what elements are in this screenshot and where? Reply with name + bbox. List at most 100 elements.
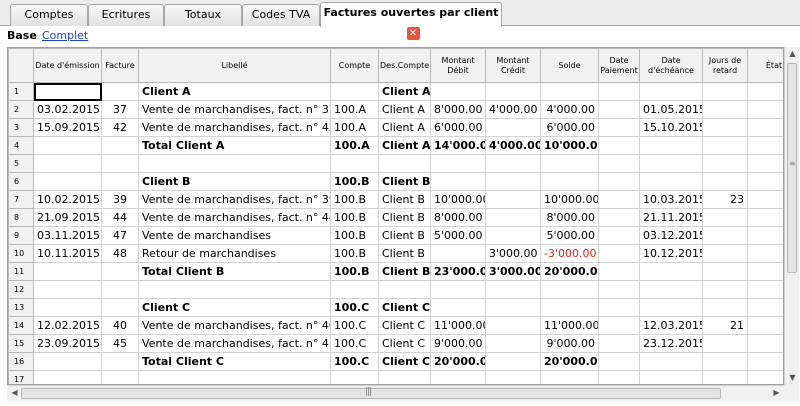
cell-date-emission[interactable] (33, 82, 102, 101)
col-header-etat[interactable]: État (747, 48, 783, 83)
cell-des-compte[interactable]: Client B (378, 244, 431, 263)
cell-etat[interactable] (747, 100, 783, 119)
cell-montant-debit[interactable]: 8'000.00 (430, 208, 486, 227)
tab-ecritures[interactable]: Ecritures (88, 4, 164, 26)
cell-montant-credit[interactable]: 4'000.00 (485, 100, 541, 119)
cell-solde[interactable]: 10'000.00 (540, 190, 599, 209)
col-header-date-emission[interactable]: Date d'émission (33, 48, 102, 83)
cell-etat[interactable] (747, 280, 783, 299)
cell-date-emission[interactable] (33, 298, 102, 317)
scroll-up-icon[interactable]: ▲ (785, 49, 800, 58)
cell-libelle[interactable]: Total Client A (138, 136, 331, 155)
cell-des-compte[interactable]: Client B (378, 262, 431, 281)
cell-montant-debit[interactable]: 6'000.00 (430, 118, 486, 137)
cell-montant-debit[interactable] (430, 280, 486, 299)
cell-libelle[interactable] (138, 154, 331, 173)
cell-facture[interactable]: 47 (101, 226, 139, 245)
tab-codes-tva[interactable]: Codes TVA (242, 4, 320, 26)
cell-libelle[interactable]: Vente de marchandises, fact. n° 45, clie… (138, 334, 331, 353)
cell-date-paiement[interactable] (598, 244, 640, 263)
cell-montant-credit[interactable] (485, 334, 541, 353)
cell-compte[interactable] (330, 154, 379, 173)
cell-montant-credit[interactable] (485, 316, 541, 335)
cell-montant-debit[interactable]: 5'000.00 (430, 226, 486, 245)
cell-solde[interactable]: 4'000.00 (540, 100, 599, 119)
cell-montant-debit[interactable] (430, 370, 486, 384)
cell-jours-retard[interactable]: 23 (702, 190, 748, 209)
cell-facture[interactable] (101, 136, 139, 155)
cell-date-echeance[interactable]: 15.10.2015 (639, 118, 703, 137)
cell-solde[interactable]: 20'000.00 (540, 352, 599, 371)
cell-date-emission[interactable]: 03.11.2015 (33, 226, 102, 245)
cell-date-emission[interactable] (33, 136, 102, 155)
cell-etat[interactable] (747, 118, 783, 137)
cell-date-echeance[interactable] (639, 262, 703, 281)
cell-jours-retard[interactable] (702, 370, 748, 384)
cell-date-echeance[interactable] (639, 280, 703, 299)
cell-libelle[interactable]: Vente de marchandises, fact. n° 39, clie… (138, 190, 331, 209)
cell-jours-retard[interactable] (702, 208, 748, 227)
cell-etat[interactable] (747, 370, 783, 384)
cell-date-echeance[interactable] (639, 370, 703, 384)
vertical-scroll-thumb[interactable]: ≡ (787, 63, 797, 273)
cell-compte[interactable]: 100.B (330, 190, 379, 209)
cell-solde[interactable] (540, 298, 599, 317)
cell-etat[interactable] (747, 298, 783, 317)
tab-comptes[interactable]: Comptes (10, 4, 88, 26)
cell-jours-retard[interactable] (702, 172, 748, 191)
col-header-facture[interactable]: Facture (101, 48, 139, 83)
col-header-montant-debit[interactable]: Montant Débit (430, 48, 486, 83)
cell-montant-credit[interactable]: 3'000.00 (485, 244, 541, 263)
cell-montant-credit[interactable] (485, 298, 541, 317)
col-header-montant-credit[interactable]: Montant Crédit (485, 48, 541, 83)
cell-des-compte[interactable]: Client B (378, 226, 431, 245)
cell-date-paiement[interactable] (598, 118, 640, 137)
cell-jours-retard[interactable] (702, 334, 748, 353)
cell-compte[interactable] (330, 370, 379, 384)
cell-facture[interactable]: 42 (101, 118, 139, 137)
cell-compte[interactable]: 100.B (330, 172, 379, 191)
cell-des-compte[interactable]: Client C (378, 352, 431, 371)
cell-facture[interactable] (101, 262, 139, 281)
cell-montant-credit[interactable] (485, 154, 541, 173)
cell-etat[interactable] (747, 136, 783, 155)
cell-solde[interactable] (540, 154, 599, 173)
cell-compte[interactable] (330, 280, 379, 299)
cell-montant-debit[interactable] (430, 82, 486, 101)
cell-des-compte[interactable]: Client C (378, 298, 431, 317)
cell-libelle[interactable]: Vente de marchandises, fact. n° 42, clie… (138, 118, 331, 137)
cell-jours-retard[interactable] (702, 226, 748, 245)
cell-compte[interactable]: 100.A (330, 136, 379, 155)
cell-compte[interactable]: 100.A (330, 100, 379, 119)
col-header-solde[interactable]: Solde (540, 48, 599, 83)
cell-etat[interactable] (747, 172, 783, 191)
cell-libelle[interactable]: Client A (138, 82, 331, 101)
cell-date-echeance[interactable]: 21.11.2015 (639, 208, 703, 227)
cell-date-paiement[interactable] (598, 82, 640, 101)
cell-facture[interactable]: 39 (101, 190, 139, 209)
cell-libelle[interactable]: Vente de marchandises, fact. n° 44, clie… (138, 208, 331, 227)
cell-etat[interactable] (747, 316, 783, 335)
cell-libelle[interactable]: Client B (138, 172, 331, 191)
cell-montant-credit[interactable]: 3'000.00 (485, 262, 541, 281)
cell-facture[interactable]: 40 (101, 316, 139, 335)
cell-facture[interactable]: 48 (101, 244, 139, 263)
cell-jours-retard[interactable] (702, 352, 748, 371)
cell-libelle[interactable] (138, 370, 331, 384)
cell-libelle[interactable]: Retour de marchandises (138, 244, 331, 263)
col-header-date-paiement[interactable]: Date Paiement (598, 48, 640, 83)
cell-montant-credit[interactable] (485, 82, 541, 101)
cell-solde[interactable] (540, 280, 599, 299)
cell-date-echeance[interactable] (639, 352, 703, 371)
tab-totaux[interactable]: Totaux (164, 4, 242, 26)
scroll-right-icon[interactable]: ▶ (769, 388, 784, 397)
cell-date-paiement[interactable] (598, 100, 640, 119)
cell-date-emission[interactable]: 10.11.2015 (33, 244, 102, 263)
cell-libelle[interactable] (138, 280, 331, 299)
cell-facture[interactable] (101, 82, 139, 101)
tab-factures-ouvertes[interactable]: Factures ouvertes par client ✕ (320, 2, 502, 40)
cell-solde[interactable]: 6'000.00 (540, 118, 599, 137)
cell-date-echeance[interactable] (639, 298, 703, 317)
cell-montant-debit[interactable]: 9'000.00 (430, 334, 486, 353)
cell-solde[interactable]: 20'000.00 (540, 262, 599, 281)
